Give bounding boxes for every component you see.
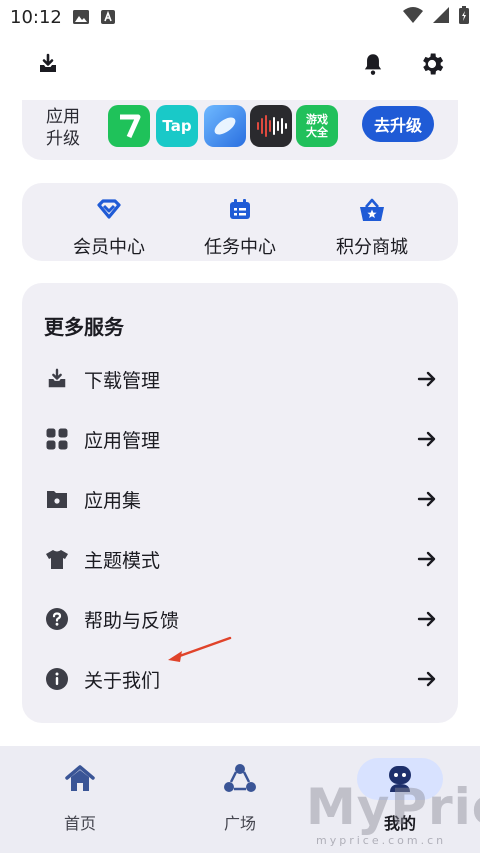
watermark-url: myprice.com.cn xyxy=(316,834,447,847)
share-community-icon xyxy=(197,758,283,800)
service-label: 应用集 xyxy=(84,489,142,512)
service-item-help-feedback[interactable]: 帮助与反馈 xyxy=(22,589,458,649)
signal-icon xyxy=(432,6,450,29)
help-circle-icon xyxy=(44,606,70,632)
status-bar: 10:12 xyxy=(0,0,480,34)
image-notification-icon xyxy=(72,8,90,26)
service-label: 帮助与反馈 xyxy=(84,609,180,632)
app-icon-3 xyxy=(204,105,246,147)
top-app-bar xyxy=(0,34,480,100)
task-center-label: 任务中心 xyxy=(204,237,276,258)
download-tray-icon xyxy=(44,366,70,392)
arrow-right-icon xyxy=(416,608,438,630)
diamond-icon xyxy=(96,197,122,227)
nav-home[interactable]: 首页 xyxy=(32,758,128,834)
quick-actions-card: 会员中心 任务中心 积分商城 xyxy=(22,183,458,261)
info-circle-icon xyxy=(44,666,70,692)
arrow-right-icon xyxy=(416,488,438,510)
services-title: 更多服务 xyxy=(44,315,124,339)
service-label: 应用管理 xyxy=(84,429,161,452)
service-item-app-manager[interactable]: 应用管理 xyxy=(22,409,458,469)
points-mall-button[interactable]: 积分商城 xyxy=(317,197,427,259)
battery-icon xyxy=(458,5,470,30)
a-notification-icon xyxy=(100,9,116,25)
service-item-about-us[interactable]: 关于我们 xyxy=(22,649,458,709)
app-icon-4 xyxy=(250,105,292,147)
app-icon-2: Tap xyxy=(156,105,198,147)
grid-apps-icon xyxy=(44,426,70,452)
download-icon[interactable] xyxy=(32,48,64,80)
gear-icon[interactable] xyxy=(416,48,448,80)
service-label: 主题模式 xyxy=(84,549,161,572)
app-icon-5-text: 游戏大全 xyxy=(306,113,328,139)
service-item-download-manager[interactable]: 下载管理 xyxy=(22,349,458,409)
upgrade-button[interactable]: 去升级 xyxy=(362,106,434,142)
task-calendar-icon xyxy=(227,197,253,227)
status-time: 10:12 xyxy=(10,6,62,28)
task-center-button[interactable]: 任务中心 xyxy=(185,197,295,259)
member-center-label: 会员中心 xyxy=(73,237,145,258)
arrow-right-icon xyxy=(416,668,438,690)
arrow-right-icon xyxy=(416,368,438,390)
arrow-right-icon xyxy=(416,428,438,450)
member-center-button[interactable]: 会员中心 xyxy=(54,197,164,259)
folder-icon xyxy=(44,486,70,512)
app-icon-2-text: Tap xyxy=(162,117,192,135)
annotation-arrow xyxy=(168,636,232,662)
shopping-basket-icon xyxy=(358,197,386,227)
nav-square-label: 广场 xyxy=(223,814,256,833)
watermark: MyPrice myprice.com.cn xyxy=(302,778,480,848)
service-item-theme-mode[interactable]: 主题模式 xyxy=(22,529,458,589)
service-label: 下载管理 xyxy=(84,369,161,392)
more-services-card: 更多服务 下载管理 应用管理 应用集 主题模式 帮助与反馈 关于我们 xyxy=(22,283,458,723)
service-item-app-collection[interactable]: 应用集 xyxy=(22,469,458,529)
service-label: 关于我们 xyxy=(84,669,161,692)
nav-home-label: 首页 xyxy=(63,814,96,833)
app-upgrade-card[interactable]: 应用升级 Tap 游戏大全 去升级 xyxy=(22,100,458,160)
watermark-logo: MyPrice xyxy=(306,778,480,836)
bell-icon[interactable] xyxy=(357,48,389,80)
app-upgrade-label: 应用升级 xyxy=(46,107,80,149)
points-mall-label: 积分商城 xyxy=(336,237,408,258)
arrow-right-icon xyxy=(416,548,438,570)
profile-content[interactable]: 应用升级 Tap 游戏大全 去升级 会员中心 任务中心 积分商城 更多服务 下载… xyxy=(0,100,480,746)
wifi-icon xyxy=(402,6,424,29)
app-icon-5: 游戏大全 xyxy=(296,105,338,147)
app-icon-1 xyxy=(108,105,150,147)
nav-square[interactable]: 广场 xyxy=(192,758,288,834)
home-icon xyxy=(37,758,123,800)
tshirt-icon xyxy=(44,546,70,572)
